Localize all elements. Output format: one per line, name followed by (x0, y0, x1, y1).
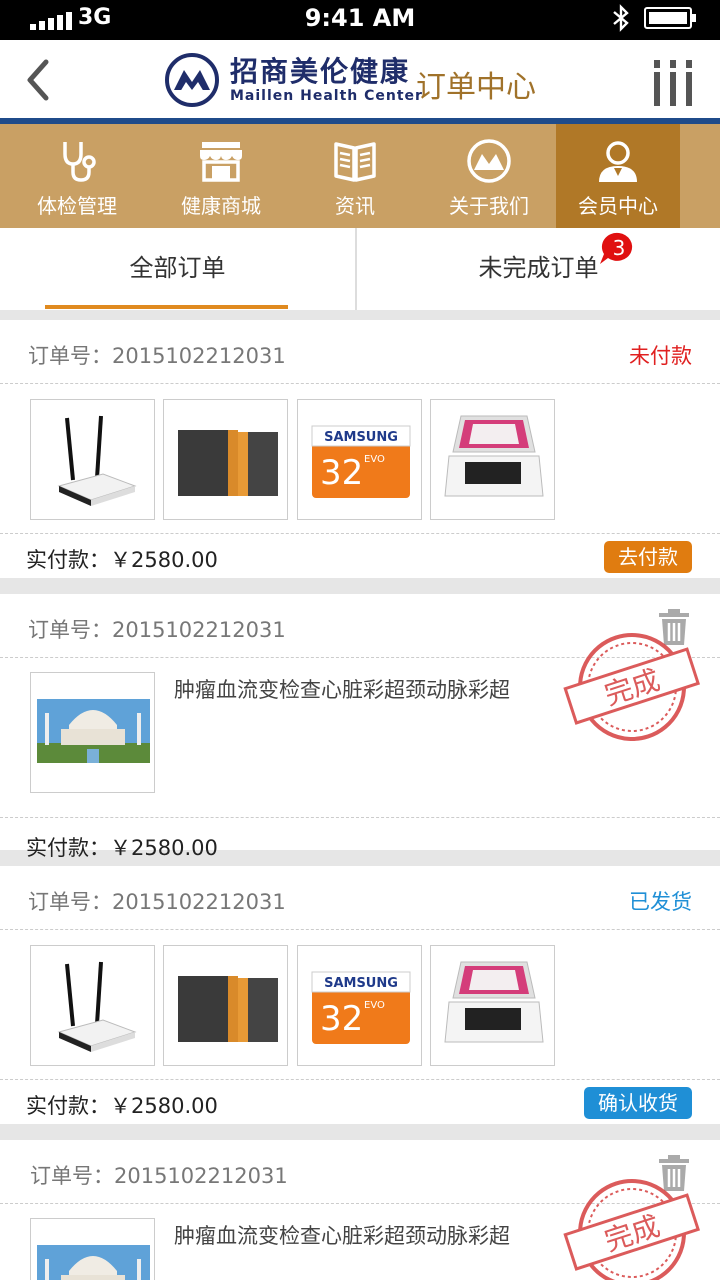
nav-item-about[interactable]: 关于我们 (422, 124, 556, 228)
book-icon (334, 142, 376, 182)
sd-card-image: SAMSUNG 32 EVO (311, 425, 411, 498)
stethoscope-icon (63, 142, 96, 182)
product-name: 肿瘤血流变检查心脏彩超颈动脉彩超 (174, 678, 510, 702)
svg-text:完成: 完成 (600, 663, 663, 712)
speakers-image (178, 430, 278, 496)
nav-item-checkup[interactable]: 体检管理 (0, 124, 154, 228)
order-number: 订单号：2015102212031 (30, 1164, 288, 1188)
product-thumb-sd-card[interactable]: SAMSUNG 32 EVO (297, 399, 422, 520)
nav-label: 资讯 (335, 194, 375, 218)
more-menu-icon[interactable] (652, 58, 694, 108)
order-card: 订单号：2015102212031 已发货 SAMSUNG 32 EVO 实付款… (0, 866, 720, 1124)
incomplete-count-badge: 3 (598, 232, 640, 266)
tab-all-orders[interactable]: 全部订单 (0, 228, 355, 310)
product-thumb-speakers[interactable] (163, 945, 288, 1066)
order-status: 未付款 (629, 344, 692, 368)
logo-english-name: Maillen Health Center (230, 88, 423, 104)
router-image (57, 961, 137, 1052)
app-header: 招商美伦健康 Maillen Health Center 订单中心 (0, 40, 720, 120)
cosmetic-box-image (444, 415, 544, 497)
nav-label: 健康商城 (181, 194, 261, 218)
product-thumb-router[interactable] (30, 399, 155, 520)
confirm-receipt-button[interactable]: 确认收货 (584, 1087, 692, 1119)
order-number: 订单号：2015102212031 (28, 618, 286, 642)
svg-text:完成: 完成 (600, 1209, 663, 1258)
order-card: 订单号：2015102212031 肿瘤血流变检查心脏彩超颈动脉彩超 完成 (0, 594, 720, 860)
battery-icon (644, 7, 696, 29)
svg-text:EVO: EVO (364, 1000, 385, 1011)
main-nav: 体检管理 健康商城 资讯 关于我们 会员中心 (0, 124, 720, 228)
product-thumbnails: SAMSUNG 32 EVO (0, 384, 720, 534)
product-thumb-router[interactable] (30, 945, 155, 1066)
order-number: 订单号：2015102212031 (28, 890, 286, 914)
nav-item-shop[interactable]: 健康商城 (154, 124, 288, 228)
maillen-logo-icon (165, 53, 219, 107)
paid-amount: 实付款：￥2580.00 (26, 548, 218, 572)
nav-label: 关于我们 (449, 194, 529, 218)
tab-incomplete-orders[interactable]: 未完成订单 (355, 228, 720, 310)
nav-item-member[interactable]: 会员中心 (556, 124, 680, 228)
shop-icon (200, 142, 242, 182)
order-number: 订单号：2015102212031 (28, 344, 286, 368)
nav-label: 体检管理 (37, 194, 117, 218)
router-image (57, 415, 137, 506)
bluetooth-icon (613, 4, 629, 32)
paid-amount: 实付款：￥2580.00 (26, 836, 218, 860)
product-thumb-taj-mahal[interactable] (30, 1218, 155, 1280)
product-name: 肿瘤血流变检查心脏彩超颈动脉彩超 (174, 1224, 510, 1248)
product-thumb-box[interactable] (430, 945, 555, 1066)
speakers-image (178, 976, 278, 1042)
order-detail: 肿瘤血流变检查心脏彩超颈动脉彩超 完成 (0, 633, 720, 818)
order-detail: 肿瘤血流变检查心脏彩超颈动脉彩超 完成 (0, 1179, 720, 1280)
order-card: 订单号：2015102212031 肿瘤血流变检查心脏彩超颈动脉彩超 完成 (0, 1140, 720, 1280)
svg-text:EVO: EVO (364, 454, 385, 465)
nav-item-news[interactable]: 资讯 (288, 124, 422, 228)
status-bar: 3G 9:41 AM (0, 0, 720, 40)
product-thumb-box[interactable] (430, 399, 555, 520)
product-thumb-speakers[interactable] (163, 399, 288, 520)
completed-stamp-icon: 完成 (563, 633, 701, 741)
page-title: 订单中心 (416, 70, 536, 105)
brand-logo: 招商美伦健康 Maillen Health Center (164, 52, 423, 108)
product-thumb-taj-mahal[interactable] (30, 672, 155, 793)
order-card: 订单号：2015102212031 未付款 SAMSUNG 32 EVO 实付款… (0, 320, 720, 578)
logo-chinese-name: 招商美伦健康 (230, 55, 411, 88)
product-thumbnails: SAMSUNG 32 EVO (0, 930, 720, 1080)
back-arrow-icon[interactable] (20, 56, 56, 104)
taj-mahal-image (37, 1245, 150, 1280)
svg-text:SAMSUNG: SAMSUNG (324, 430, 398, 445)
svg-text:32: 32 (320, 999, 363, 1039)
svg-text:32: 32 (320, 453, 363, 493)
nav-label: 会员中心 (578, 194, 658, 218)
completed-stamp-icon: 完成 (563, 1179, 701, 1280)
cosmetic-box-image (444, 961, 544, 1043)
order-status: 已发货 (629, 890, 692, 914)
product-thumb-sd-card[interactable]: SAMSUNG 32 EVO (297, 945, 422, 1066)
paid-amount: 实付款：￥2580.00 (26, 1094, 218, 1118)
taj-mahal-image (37, 699, 150, 763)
logo-icon (467, 139, 511, 183)
svg-text:SAMSUNG: SAMSUNG (324, 976, 398, 991)
user-icon (599, 141, 637, 182)
pay-button[interactable]: 去付款 (604, 541, 692, 573)
sd-card-image: SAMSUNG 32 EVO (311, 971, 411, 1044)
